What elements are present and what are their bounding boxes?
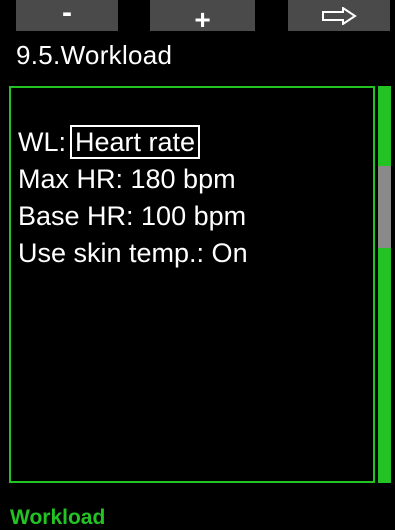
- arrow-right-icon: [322, 7, 357, 25]
- dive-computer-screen: - + 9.5.Workload WL: Heart rate Max HR: 1…: [0, 0, 395, 530]
- max-hr-setting[interactable]: Max HR: 180 bpm: [18, 161, 248, 198]
- plus-button[interactable]: +: [150, 0, 255, 35]
- workload-setting[interactable]: WL: Heart rate: [18, 124, 248, 161]
- page-title: 9.5.Workload: [16, 40, 173, 70]
- minus-button[interactable]: -: [16, 0, 118, 31]
- softkey-bar: - +: [0, 0, 395, 35]
- base-hr-setting[interactable]: Base HR: 100 bpm: [18, 198, 248, 235]
- workload-value[interactable]: Heart rate: [70, 125, 201, 159]
- scrollbar-thumb[interactable]: [378, 166, 391, 248]
- skin-temp-setting[interactable]: Use skin temp.: On: [18, 235, 248, 272]
- settings-list: WL: Heart rate Max HR: 180 bpm Base HR: 1…: [18, 124, 248, 272]
- scrollbar[interactable]: [378, 86, 391, 483]
- workload-label: WL:: [18, 127, 67, 157]
- next-button[interactable]: [288, 0, 390, 31]
- footer-label: Workload: [10, 506, 106, 529]
